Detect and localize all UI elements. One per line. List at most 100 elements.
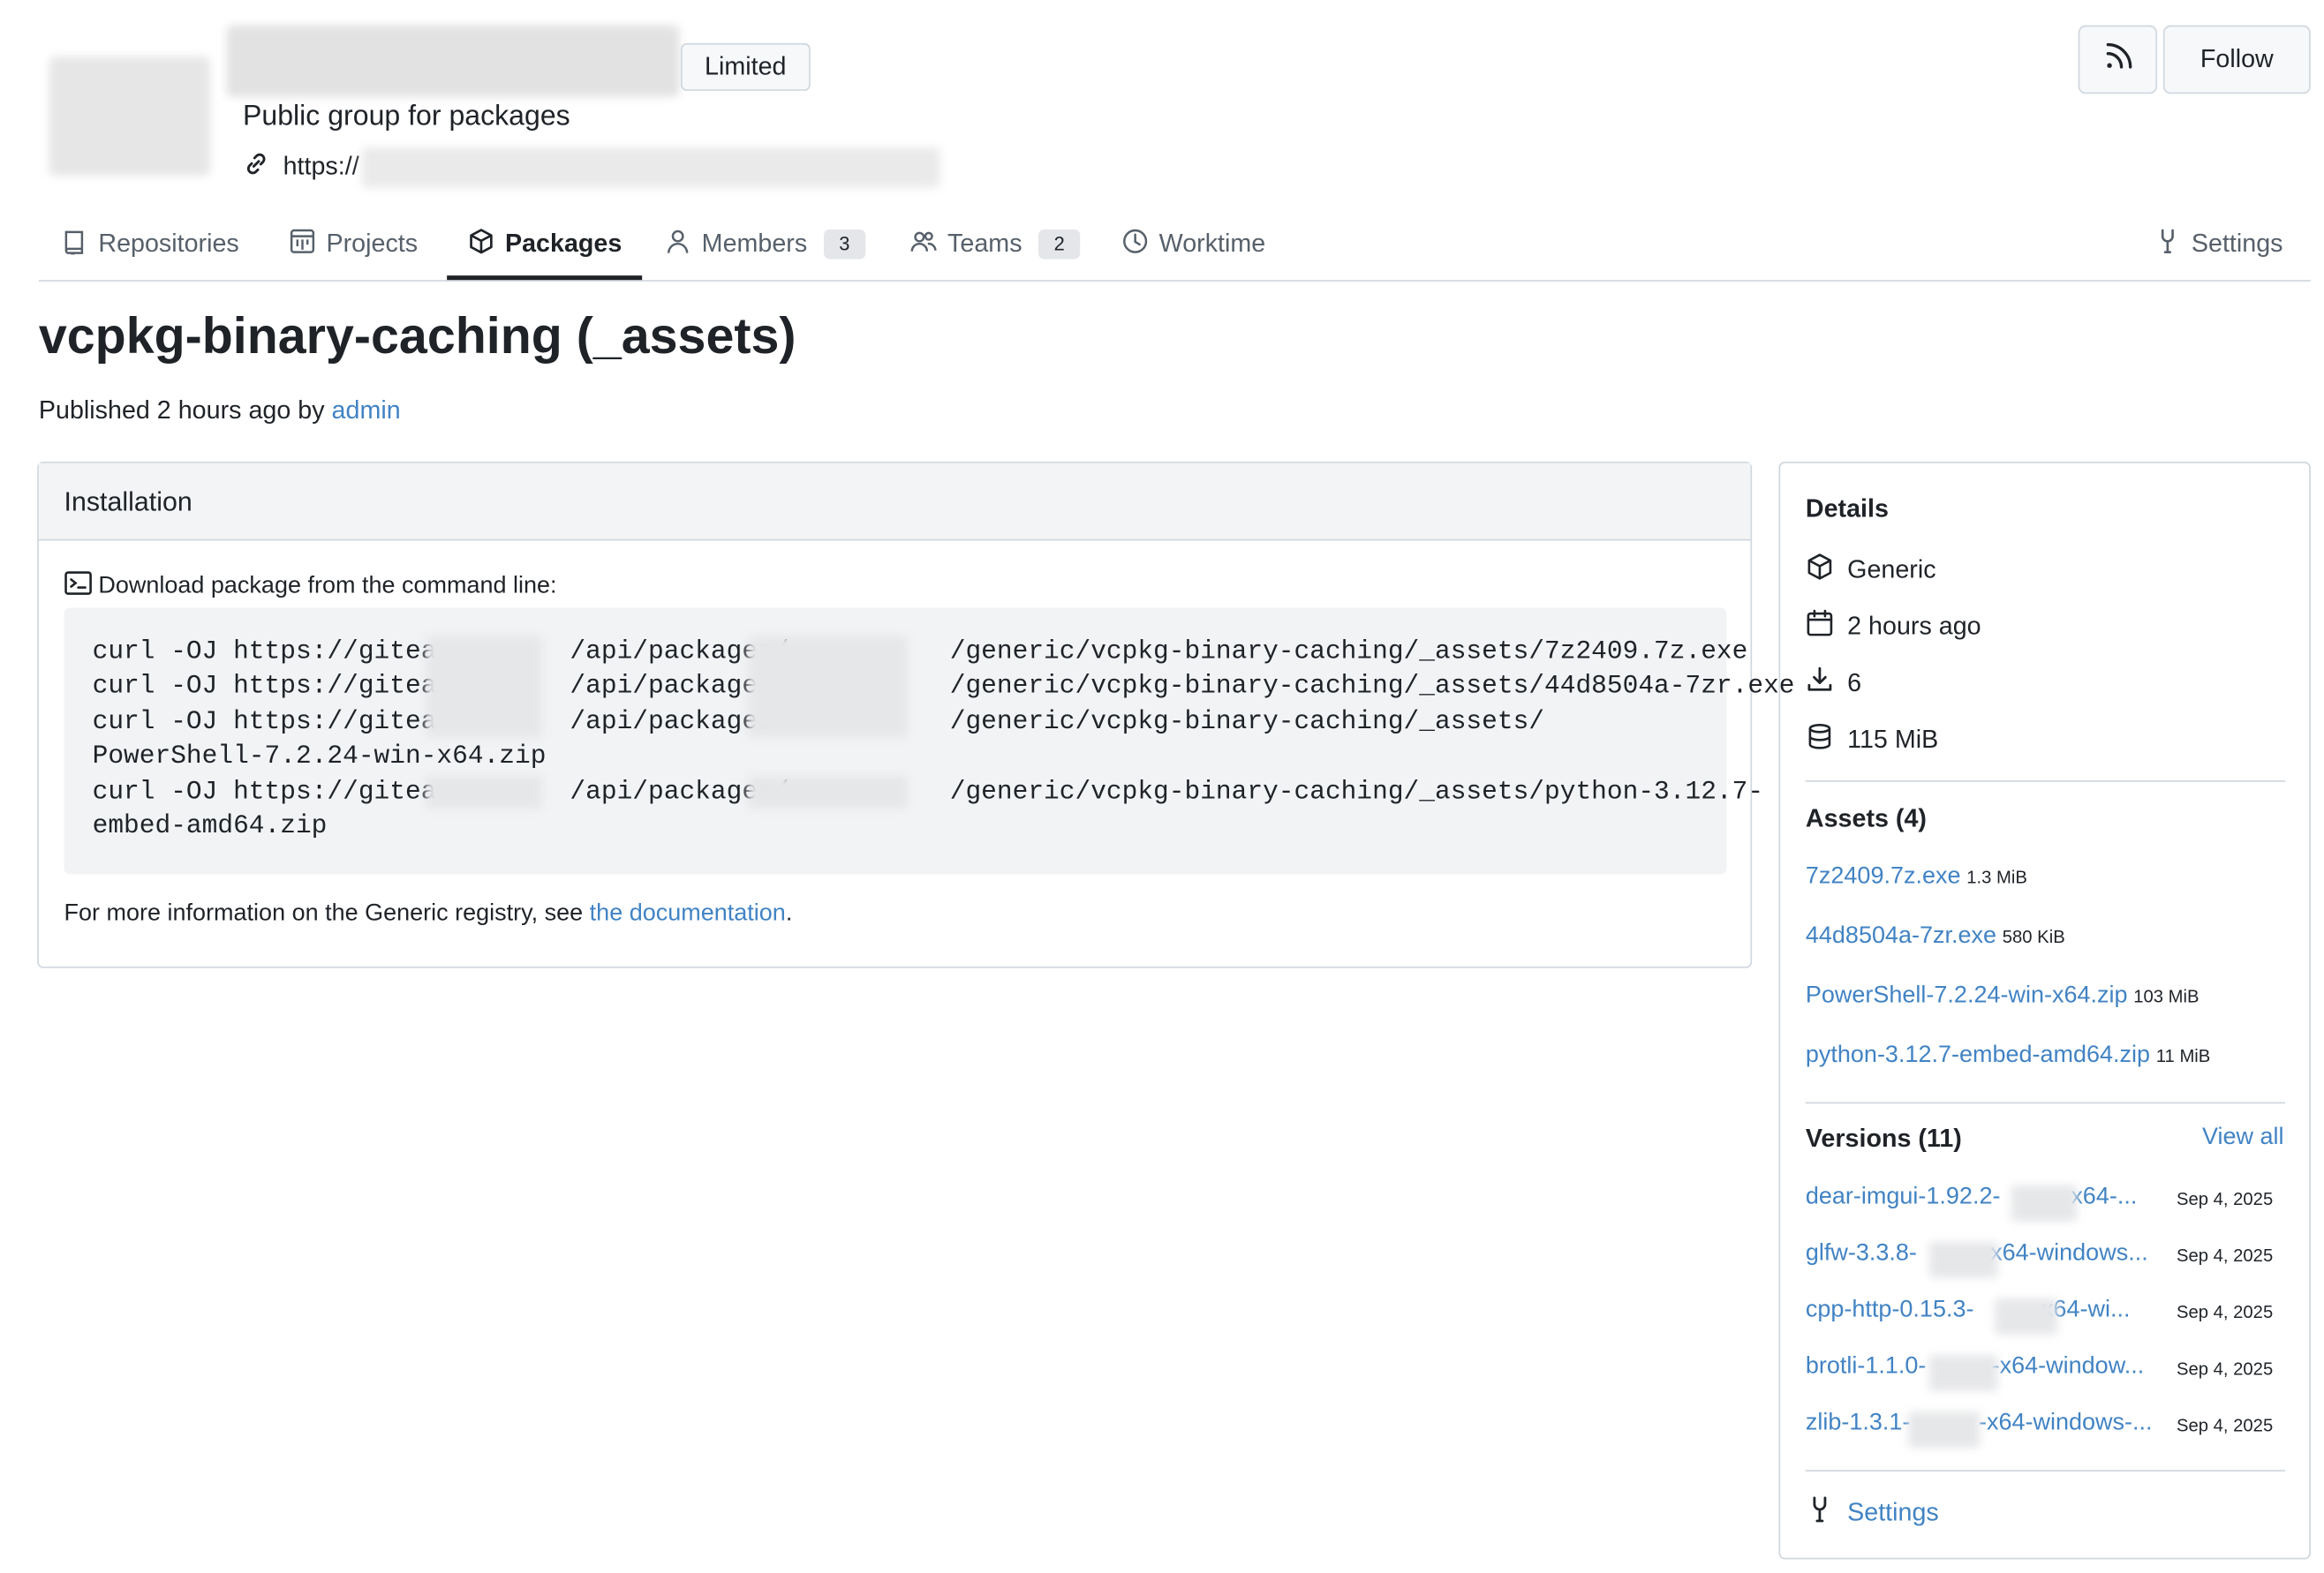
rss-icon — [2100, 38, 2135, 81]
redacted-host — [426, 636, 543, 738]
view-all-versions-link[interactable]: View all — [2202, 1125, 2284, 1151]
code-line: embed-amd64.zip — [92, 811, 328, 842]
installation-subtitle: Download package from the command line: — [64, 569, 557, 605]
published-info: Published 2 hours ago by admin — [39, 396, 401, 426]
org-website-redacted — [362, 147, 940, 187]
asset-link[interactable]: 44d8504a-7zr.exe — [1806, 923, 1996, 949]
redacted-owner — [747, 776, 908, 809]
people-icon — [910, 227, 947, 261]
asset-item: 7z2409.7z.exe 1.3 MiB — [1806, 864, 2027, 891]
redacted-triplet — [1928, 1355, 1998, 1391]
active-tab-indicator — [447, 275, 643, 281]
installation-panel: Installation Download package from the c… — [37, 462, 1795, 968]
version-date: Sep 4, 2025 — [2176, 1188, 2274, 1210]
org-name[interactable] — [226, 25, 680, 97]
install-command-block[interactable]: curl -OJ https://gitea./api/packages//ge… — [64, 607, 1795, 875]
divider — [1805, 1470, 2286, 1471]
visibility-badge: Limited — [681, 42, 811, 91]
detail-size: 115 MiB — [1806, 722, 1938, 757]
repo-icon — [61, 227, 98, 261]
code-line: curl -OJ https://gitea./api/packages//ge… — [92, 671, 1795, 702]
code-line: curl -OJ https://gitea./api/packages//ge… — [92, 777, 1764, 808]
clock-icon — [1121, 227, 1158, 261]
version-date: Sep 4, 2025 — [2176, 1414, 2274, 1436]
version-link[interactable]: zlib-1.3.1- -x64-windows-... — [1806, 1411, 2175, 1437]
asset-link[interactable]: PowerShell-7.2.24-win-x64.zip — [1806, 983, 2128, 1009]
installation-subtitle-text: Download package from the command line: — [98, 573, 557, 599]
redacted-triplet — [1908, 1411, 1981, 1448]
tab-packages[interactable]: Packages — [468, 208, 622, 280]
tab-projects[interactable]: Projects — [289, 208, 418, 280]
tab-label: Members — [701, 229, 808, 258]
package-title: vcpkg-binary-caching (_assets) — [38, 308, 796, 365]
redacted-owner — [747, 636, 908, 738]
asset-size: 580 KiB — [2002, 926, 2065, 948]
redacted-host — [426, 776, 543, 809]
org-website[interactable]: https:// — [243, 146, 940, 187]
settings-label: Settings — [1847, 1498, 1939, 1527]
asset-size: 11 MiB — [2155, 1045, 2211, 1067]
follow-button[interactable]: Follow — [2162, 25, 2311, 94]
version-date: Sep 4, 2025 — [2176, 1301, 2274, 1323]
tab-worktime[interactable]: Worktime — [1121, 208, 1265, 280]
asset-item: 44d8504a-7zr.exe 580 KiB — [1806, 923, 2065, 950]
detail-type: Generic — [1806, 553, 1936, 588]
package-sidebar: Details Generic 2 hours ago 6 115 MiB As… — [1778, 462, 2311, 1560]
version-date: Sep 4, 2025 — [2176, 1245, 2274, 1267]
members-count: 3 — [823, 229, 866, 260]
redacted-triplet — [1928, 1242, 1998, 1278]
details-heading: Details — [1805, 494, 1889, 523]
version-date: Sep 4, 2025 — [2176, 1358, 2274, 1380]
link-icon — [243, 150, 283, 184]
installation-footer: For more information on the Generic regi… — [64, 900, 793, 927]
tab-repositories[interactable]: Repositories — [61, 208, 239, 280]
installation-heading: Installation — [38, 463, 1751, 541]
org-description: Public group for packages — [243, 101, 570, 133]
asset-item: PowerShell-7.2.24-win-x64.zip 103 MiB — [1806, 983, 2200, 1010]
terminal-icon — [64, 569, 99, 605]
version-link[interactable]: dear-imgui-1.92.2- -x64-... — [1806, 1184, 2175, 1210]
divider — [1805, 1102, 2286, 1104]
tab-teams[interactable]: Teams 2 — [910, 208, 1081, 280]
published-text: Published 2 hours ago by — [38, 395, 332, 425]
package-icon — [468, 227, 505, 261]
asset-size: 1.3 MiB — [1966, 866, 2027, 888]
calendar-icon — [1806, 609, 1847, 644]
publisher-link[interactable]: admin — [332, 396, 401, 425]
package-icon — [1806, 553, 1847, 588]
project-board-icon — [289, 227, 326, 261]
org-nav-tabs: Repositories Projects Packages Members 3 — [38, 208, 2311, 282]
tab-members[interactable]: Members 3 — [664, 208, 866, 280]
database-icon — [1806, 722, 1847, 757]
code-line: PowerShell-7.2.24-win-x64.zip — [92, 741, 547, 771]
detail-downloads: 6 — [1806, 666, 1861, 701]
asset-link[interactable]: 7z2409.7z.exe — [1806, 864, 1961, 890]
tab-label: Settings — [2191, 229, 2283, 258]
rss-feed-button[interactable] — [2078, 25, 2158, 94]
redacted-triplet — [1995, 1298, 2058, 1335]
tools-icon — [2154, 227, 2192, 261]
asset-link[interactable]: python-3.12.7-embed-amd64.zip — [1806, 1042, 2150, 1068]
redacted-triplet — [2011, 1185, 2077, 1222]
divider — [1805, 780, 2286, 782]
tab-label: Repositories — [98, 229, 239, 258]
tools-icon — [1806, 1495, 1847, 1531]
org-avatar — [49, 56, 210, 177]
assets-heading: Assets (4) — [1805, 804, 1927, 833]
documentation-link[interactable]: the documentation — [590, 901, 786, 927]
org-website-prefix: https:// — [283, 152, 359, 181]
download-icon — [1806, 666, 1847, 701]
detail-published-time: 2 hours ago — [1806, 609, 1981, 644]
asset-size: 103 MiB — [2133, 985, 2200, 1007]
teams-count: 2 — [1038, 229, 1081, 260]
tab-settings[interactable]: Settings — [2154, 208, 2283, 280]
tab-label: Teams — [947, 229, 1022, 258]
versions-heading: Versions (11) — [1805, 1124, 1962, 1153]
tab-label: Worktime — [1158, 229, 1266, 258]
code-line: curl -OJ https://gitea./api/packages//ge… — [92, 637, 1748, 667]
tab-label: Projects — [326, 229, 419, 258]
tab-label: Packages — [504, 229, 622, 258]
asset-item: python-3.12.7-embed-amd64.zip 11 MiB — [1806, 1042, 2210, 1069]
version-link[interactable]: cpp-http-0.15.3- -x64-wi... — [1806, 1298, 2175, 1324]
package-settings-link[interactable]: Settings — [1806, 1495, 1939, 1531]
